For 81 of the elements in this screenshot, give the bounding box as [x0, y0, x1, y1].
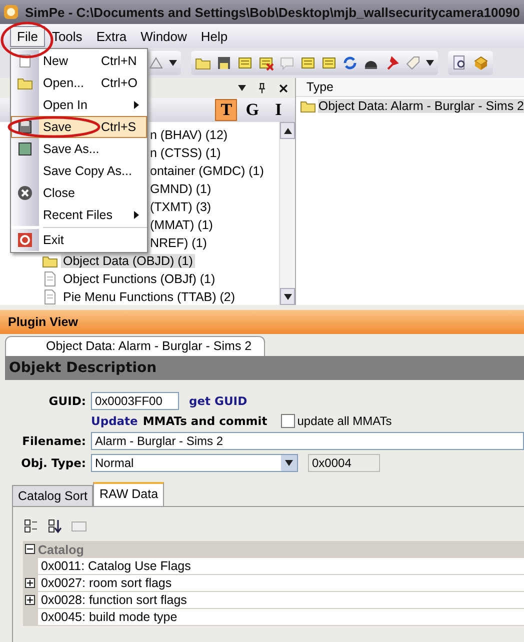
tree-item[interactable]: (TXMT) (3) — [148, 200, 214, 214]
overflow-icon[interactable] — [169, 60, 177, 66]
box-icon[interactable] — [473, 55, 489, 71]
obj-type-label: Obj. Type: — [21, 456, 86, 470]
note-icon[interactable] — [321, 55, 337, 71]
menu-item[interactable]: Open... Ctrl+O — [11, 72, 147, 94]
property-name[interactable]: 0x0028: function sort flags — [41, 593, 187, 607]
update-text: MMATs and commit — [142, 414, 268, 428]
menu-item[interactable]: Save Copy As... — [11, 160, 147, 182]
column-header[interactable]: Type — [306, 80, 334, 94]
tree-item[interactable]: ontainer (GMDC) (1) — [148, 164, 266, 178]
view-tab[interactable]: I — [267, 99, 290, 121]
submenu-arrow-icon — [134, 101, 139, 109]
sort-icon[interactable] — [47, 518, 63, 534]
overflow-icon[interactable] — [426, 60, 434, 66]
document-tab[interactable]: Object Data: Alarm - Burglar - Sims 2 — [5, 336, 265, 356]
menu-item[interactable]: Exit — [11, 229, 147, 251]
power-icon[interactable] — [17, 232, 33, 248]
categorized-icon[interactable] — [23, 518, 39, 534]
menu-item[interactable]: File — [10, 26, 45, 46]
tree-item[interactable]: (MMAT) (1) — [148, 218, 215, 232]
tree-item[interactable]: Object Functions (OBJf) (1) — [61, 272, 218, 286]
tree-item[interactable]: GMND) (1) — [148, 182, 214, 196]
note-delete-icon[interactable] — [258, 55, 274, 71]
menu-item[interactable]: Window — [134, 26, 194, 46]
menu-item[interactable]: Save As... — [11, 138, 147, 160]
tab[interactable]: Catalog Sort — [12, 485, 94, 506]
menu-item[interactable]: Tools — [44, 26, 90, 46]
section-header: Objekt Description — [5, 356, 524, 380]
property-name[interactable]: 0x0045: build mode type — [41, 610, 178, 624]
dropdown-icon[interactable] — [238, 85, 246, 91]
tag-icon[interactable] — [405, 55, 421, 71]
floppy-icon[interactable] — [216, 55, 232, 71]
property-name[interactable]: 0x0011: Catalog Use Flags — [41, 559, 191, 573]
view-tab[interactable]: G — [241, 99, 264, 121]
get-guid-link[interactable]: get GUID — [189, 394, 248, 408]
collapse-icon[interactable] — [25, 544, 35, 554]
close-icon[interactable] — [17, 185, 33, 201]
type-code-field: 0x0004 — [308, 454, 380, 472]
scrollbar[interactable] — [279, 122, 296, 305]
dropdown-icon[interactable] — [285, 460, 293, 466]
tab[interactable]: RAW Data — [93, 482, 164, 506]
note-icon[interactable] — [237, 55, 253, 71]
list-row[interactable]: Object Data: Alarm - Burglar - Sims 2 — [318, 99, 524, 113]
close-icon[interactable] — [278, 82, 290, 94]
checkbox[interactable] — [281, 414, 296, 428]
menu-item[interactable]: Help — [194, 26, 235, 46]
scroll-down-icon[interactable] — [284, 294, 292, 300]
guid-label: GUID: — [48, 394, 86, 408]
submenu-arrow-icon — [134, 211, 139, 219]
category-label: Catalog — [38, 542, 84, 556]
tree-item[interactable]: n (BHAV) (12) — [148, 128, 230, 142]
property-name[interactable]: 0x0027: room sort flags — [41, 576, 172, 590]
checkbox-label: update all MMATs — [297, 414, 392, 428]
menu-item[interactable]: Open In — [11, 94, 147, 116]
app-logo-icon[interactable] — [3, 4, 19, 20]
filename-label: Filename: — [22, 434, 86, 448]
note-icon[interactable] — [300, 55, 316, 71]
update-link[interactable]: Update — [91, 414, 138, 428]
obj-type-select[interactable]: Normal — [91, 454, 298, 472]
tree-item[interactable]: n (CTSS) (1) — [148, 146, 223, 160]
refresh-icon[interactable] — [342, 55, 358, 71]
menu-item[interactable]: New Ctrl+N — [11, 50, 147, 72]
page-icon[interactable] — [42, 289, 58, 305]
menu-item[interactable]: Recent Files — [11, 204, 147, 226]
scroll-up-icon[interactable] — [284, 128, 292, 134]
tree-item[interactable]: NREF) (1) — [148, 236, 209, 250]
tree-item[interactable]: Pie Menu Functions (TTAB) (2) — [61, 290, 238, 304]
filename-field[interactable]: Alarm - Burglar - Sims 2 — [91, 432, 524, 450]
tree-item[interactable]: Object Data (OBJD) (1) — [61, 254, 195, 268]
expand-icon[interactable] — [25, 595, 35, 605]
view-tab[interactable]: T — [215, 99, 238, 121]
menu-item[interactable]: Close — [11, 182, 147, 204]
expand-icon[interactable] — [25, 578, 35, 588]
floppy-icon[interactable] — [17, 119, 33, 135]
page-icon[interactable] — [42, 271, 58, 287]
guid-field[interactable]: 0x0003FF00 — [91, 392, 179, 410]
plugin-view-header: Plugin View — [0, 310, 524, 334]
window-title: SimPe - C:\Documents and Settings\Bob\Desktop\mjb_wallsecuritycamera10090 — [25, 4, 520, 20]
menu-item[interactable]: Extra — [89, 26, 134, 46]
triangle-icon[interactable] — [148, 55, 164, 71]
